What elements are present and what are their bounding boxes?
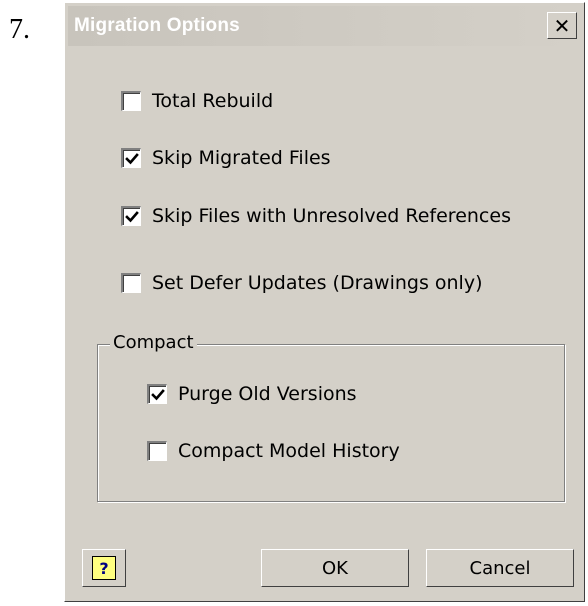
- ok-button[interactable]: OK: [261, 549, 409, 587]
- compact-model-history-label: Compact Model History: [178, 440, 400, 462]
- purge-old-versions-checkbox[interactable]: [147, 384, 167, 404]
- option-purge-old-versions[interactable]: Purge Old Versions: [147, 383, 357, 405]
- checkmark-icon: [124, 152, 139, 164]
- option-skip-unresolved-references[interactable]: Skip Files with Unresolved References: [121, 205, 511, 227]
- compact-group-label: Compact: [110, 332, 197, 353]
- option-compact-model-history[interactable]: Compact Model History: [147, 440, 400, 462]
- skip-unresolved-references-checkbox[interactable]: [121, 206, 141, 226]
- total-rebuild-checkbox[interactable]: [121, 91, 141, 111]
- set-defer-updates-label: Set Defer Updates (Drawings only): [152, 272, 483, 294]
- option-skip-migrated-files[interactable]: Skip Migrated Files: [121, 147, 331, 169]
- purge-old-versions-label: Purge Old Versions: [178, 383, 357, 405]
- skip-migrated-files-label: Skip Migrated Files: [152, 147, 331, 169]
- help-button[interactable]: ?: [82, 549, 126, 587]
- migration-options-dialog: Migration Options ✕ Total Rebuild Skip M…: [64, 2, 585, 602]
- set-defer-updates-checkbox[interactable]: [121, 273, 141, 293]
- checkmark-icon: [124, 210, 139, 222]
- close-icon: ✕: [553, 13, 571, 38]
- cancel-button[interactable]: Cancel: [426, 549, 574, 587]
- option-set-defer-updates[interactable]: Set Defer Updates (Drawings only): [121, 272, 483, 294]
- skip-migrated-files-checkbox[interactable]: [121, 148, 141, 168]
- step-number: 7.: [9, 14, 30, 45]
- title-bar[interactable]: Migration Options ✕: [68, 6, 581, 46]
- compact-model-history-checkbox[interactable]: [147, 441, 167, 461]
- dialog-title: Migration Options: [74, 15, 240, 36]
- skip-unresolved-references-label: Skip Files with Unresolved References: [152, 205, 511, 227]
- help-icon: ?: [92, 556, 116, 580]
- total-rebuild-label: Total Rebuild: [152, 90, 274, 112]
- checkmark-icon: [150, 388, 165, 400]
- close-button[interactable]: ✕: [547, 12, 577, 39]
- option-total-rebuild[interactable]: Total Rebuild: [121, 90, 273, 112]
- compact-groupbox: [97, 344, 565, 502]
